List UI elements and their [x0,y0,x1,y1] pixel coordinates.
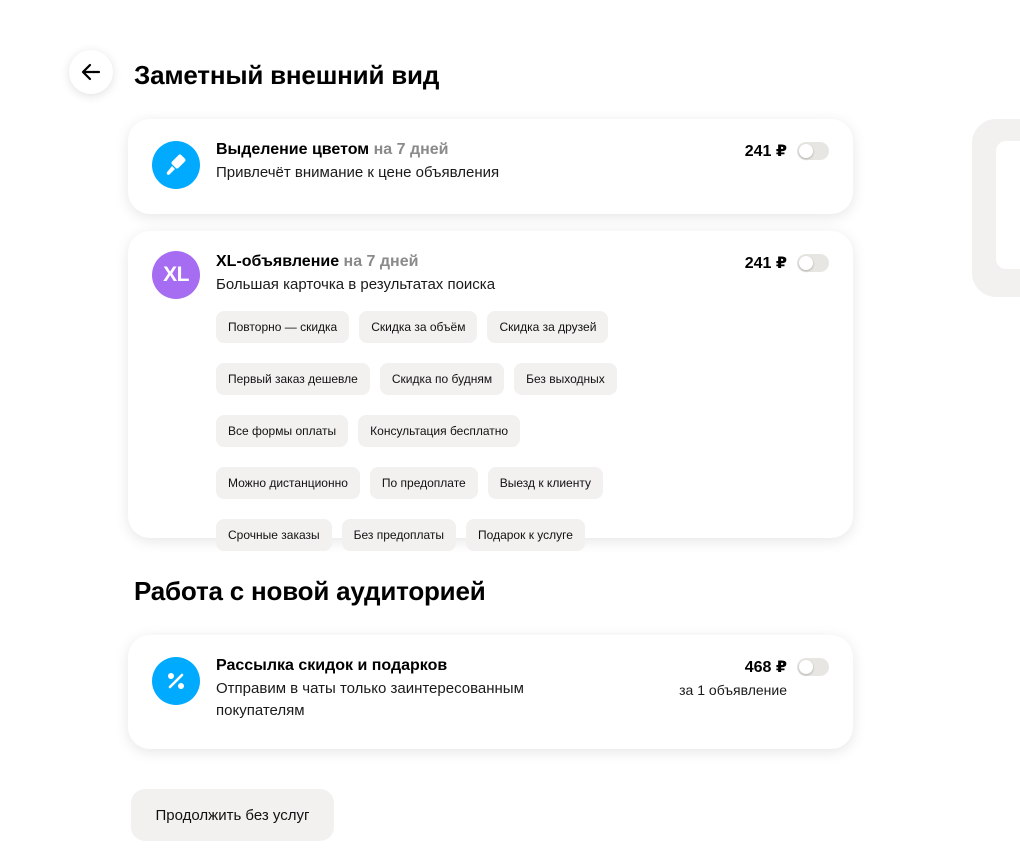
service-title: XL-объявление на 7 дней [216,253,419,270]
tag-chip[interactable]: Консультация бесплатно [358,415,521,447]
service-description: Привлечёт внимание к цене объявления [216,164,500,181]
tag-chip[interactable]: Подарок к услуге [466,519,585,551]
toggle-knob [799,144,813,158]
page-title: Заметный внешний вид [134,60,440,90]
tag-chip[interactable]: Можно дистанционно [216,467,360,499]
tag-chip[interactable]: Первый заказ дешевле [216,363,370,395]
service-description: Большая карточка в результатах поиска [216,276,496,293]
tag-chip[interactable]: Срочные заказы [216,519,332,551]
tag-chip[interactable]: Повторно — скидка [216,311,350,343]
service-description: Отправим в чаты только заинтересованным … [216,680,524,719]
service-toggle-mailing[interactable] [797,658,829,676]
service-card-xl: XL XL-объявление на 7 дней Большая карто… [128,231,853,551]
brush-icon [152,141,200,189]
side-panel [972,119,1020,297]
tag-chip[interactable]: Скидка за объём [359,311,478,343]
percent-icon [152,657,200,705]
tag-chip[interactable]: Скидка по будням [379,363,505,395]
tag-chip[interactable]: Без выходных [514,363,617,395]
back-button[interactable] [69,50,113,94]
price-note: за 1 объявление [679,682,787,698]
arrow-left-icon [81,63,101,81]
service-card-highlight: Выделение цветом на 7 дней Привлечёт вни… [128,119,853,214]
toggle-knob [799,660,813,674]
service-price: 468 ₽ [744,659,787,676]
service-price: 241 ₽ [744,255,787,272]
tag-chip[interactable]: Без предоплаты [341,519,457,551]
toggle-knob [799,256,813,270]
tag-chip[interactable]: Выезд к клиенту [487,467,603,499]
side-panel-content [996,141,1020,269]
service-toggle-xl[interactable] [797,254,829,272]
continue-without-services-button[interactable]: Продолжить без услуг [131,789,334,841]
service-card-mailing: Рассылка скидок и подарков Отправим в ча… [128,635,853,749]
tag-chip[interactable]: По предоплате [369,467,478,499]
service-price: 241 ₽ [744,143,787,160]
section-title-audience: Работа с новой аудиторией [134,576,486,606]
tag-list: Повторно — скидка Скидка за объём Скидка… [216,311,816,551]
service-toggle-highlight[interactable] [797,142,829,160]
xl-icon: XL [152,251,200,299]
service-title: Выделение цветом на 7 дней [216,141,449,158]
service-title: Рассылка скидок и подарков [216,657,448,674]
tag-chip[interactable]: Все формы оплаты [216,415,349,447]
tag-chip[interactable]: Скидка за друзей [487,311,609,343]
